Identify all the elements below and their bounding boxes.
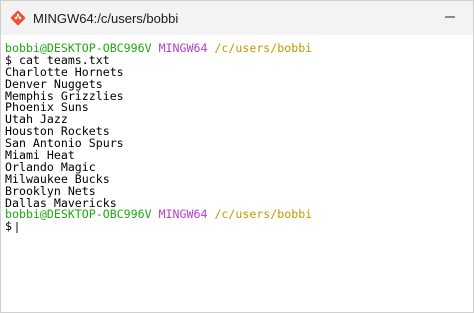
prompt-path: /c/users/bobbi	[214, 207, 313, 222]
git-bash-icon	[9, 9, 27, 27]
input-line[interactable]: $	[5, 219, 473, 234]
prompt-env: MINGW64	[158, 207, 208, 222]
terminal-output[interactable]: bobbi@DESKTOP-OBC996V MINGW64 /c/users/b…	[1, 35, 473, 312]
prompt-symbol: $	[5, 219, 12, 234]
prompt-line-2: bobbi@DESKTOP-OBC996V MINGW64 /c/users/b…	[5, 209, 473, 221]
minimize-icon	[445, 9, 455, 27]
output-line: San Antonio Spurs	[5, 136, 124, 151]
window-title: MINGW64:/c/users/bobbi	[33, 10, 179, 26]
prompt-path: /c/users/bobbi	[214, 41, 313, 55]
minimize-button[interactable]	[427, 1, 473, 35]
output-line: Phoenix Suns	[5, 100, 89, 115]
title-bar[interactable]: MINGW64:/c/users/bobbi	[1, 1, 473, 35]
prompt-user-host: bobbi@DESKTOP-OBC996V	[5, 207, 152, 222]
prompt-env: MINGW64	[158, 41, 208, 55]
terminal-window: MINGW64:/c/users/bobbi bobbi@DESKTOP-OBC…	[0, 0, 474, 313]
text-cursor	[15, 221, 18, 233]
